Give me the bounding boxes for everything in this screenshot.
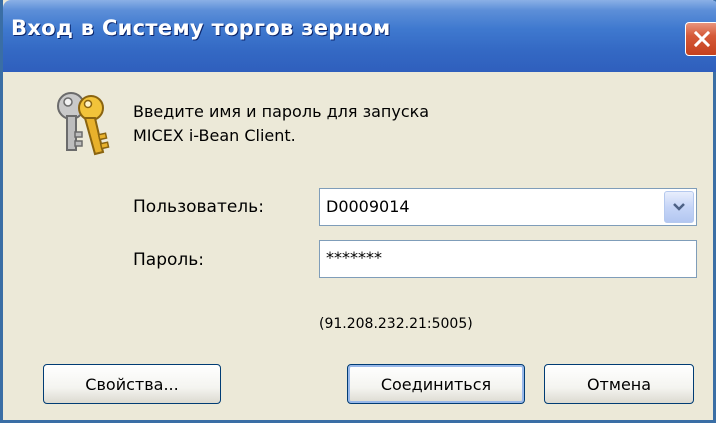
close-icon — [692, 29, 712, 49]
user-combobox[interactable]: D0009014 — [319, 188, 697, 226]
title-bar[interactable]: Вход в Систему торгов зерном — [3, 0, 716, 72]
keys-icon — [55, 88, 111, 158]
chevron-down-icon — [672, 189, 686, 225]
message-line-2: MICEX i-Bean Client. — [133, 126, 296, 145]
properties-button[interactable]: Свойства... — [43, 364, 221, 404]
connect-button[interactable]: Соединиться — [347, 364, 525, 404]
cancel-button[interactable]: Отмена — [544, 364, 694, 404]
dropdown-button[interactable] — [664, 191, 694, 223]
password-field[interactable]: ******* — [319, 240, 697, 278]
close-button[interactable] — [685, 22, 716, 56]
cancel-button-label: Отмена — [586, 374, 652, 394]
user-label: Пользователь: — [133, 197, 264, 217]
window-title: Вход в Систему торгов зерном — [11, 16, 391, 40]
properties-button-label: Свойства... — [85, 374, 179, 394]
password-label: Пароль: — [133, 250, 205, 270]
message-line-1: Введите имя и пароль для запуска — [133, 102, 430, 121]
user-value: D0009014 — [326, 197, 410, 216]
login-dialog: Вход в Систему торгов зерном Введите имя… — [0, 0, 716, 423]
password-value: ******* — [326, 248, 382, 267]
server-address: (91.208.232.21:5005) — [319, 316, 473, 332]
connect-button-label: Соединиться — [380, 374, 492, 394]
